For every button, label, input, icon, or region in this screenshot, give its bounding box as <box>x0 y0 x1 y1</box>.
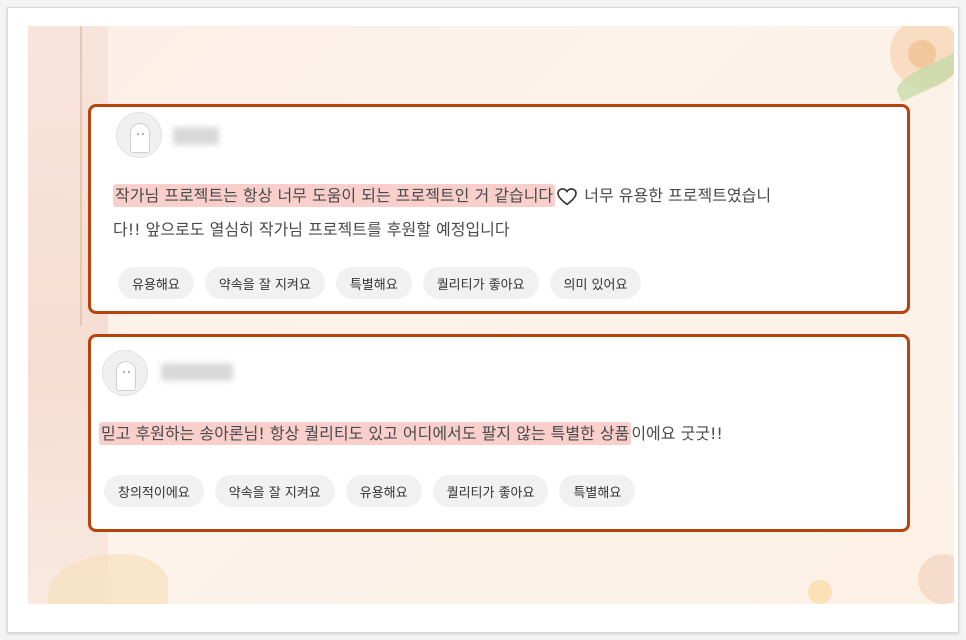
decorative-dot <box>808 580 832 604</box>
username-blurred: ●●●● <box>161 363 233 381</box>
review-text: 믿고 후원하는 송아론님! 항상 퀄리티도 있고 어디에서도 팔지 않는 특별한… <box>99 417 907 451</box>
tag-chip[interactable]: 퀄리티가 좋아요 <box>422 267 539 299</box>
tag-chip[interactable]: 유용해요 <box>118 267 194 299</box>
default-avatar-icon <box>116 361 136 391</box>
tag-chip[interactable]: 약속을 잘 지켜요 <box>214 475 335 507</box>
tag-chip[interactable]: 의미 있어요 <box>549 267 642 299</box>
highlighted-text: 믿고 후원하는 송아론님! 항상 퀄리티도 있고 어디에서도 팔지 않는 특별한… <box>99 422 632 445</box>
decorative-stem <box>80 26 82 326</box>
review-text-line2: 다!! 앞으로도 열심히 작가님 프로젝트를 후원할 예정입니다 <box>113 220 510 239</box>
review-card: ●●● 작가님 프로젝트는 항상 너무 도움이 되는 프로젝트인 거 같습니다 … <box>88 104 910 314</box>
username-blurred: ●●● <box>173 127 219 145</box>
highlighted-text: 작가님 프로젝트는 항상 너무 도움이 되는 프로젝트인 거 같습니다 <box>113 184 556 207</box>
tag-chip[interactable]: 특별해요 <box>335 267 412 299</box>
default-avatar-icon <box>130 123 150 153</box>
review-text-rest: 이에요 굿굿!! <box>631 424 723 443</box>
decorative-flower-bottom-right <box>918 554 954 604</box>
tag-chip[interactable]: 퀄리티가 좋아요 <box>432 475 549 507</box>
review-text-rest: 너무 유용한 프로젝트였습니 <box>579 186 772 205</box>
tag-chip[interactable]: 특별해요 <box>559 475 636 507</box>
review-text: 작가님 프로젝트는 항상 너무 도움이 되는 프로젝트인 거 같습니다 너무 유… <box>113 179 908 247</box>
tag-list: 창의적이에요 약속을 잘 지켜요 유용해요 퀄리티가 좋아요 특별해요 <box>104 475 636 507</box>
screenshot-frame: ●●● 작가님 프로젝트는 항상 너무 도움이 되는 프로젝트인 거 같습니다 … <box>7 7 959 633</box>
avatar[interactable] <box>102 350 148 396</box>
avatar[interactable] <box>116 112 162 158</box>
heart-icon <box>557 187 577 205</box>
tag-chip[interactable]: 유용해요 <box>345 475 422 507</box>
tag-chip[interactable]: 창의적이에요 <box>104 475 204 507</box>
tag-chip[interactable]: 약속을 잘 지켜요 <box>204 267 325 299</box>
tag-list: 유용해요 약속을 잘 지켜요 특별해요 퀄리티가 좋아요 의미 있어요 <box>118 267 642 299</box>
review-card: ●●●● 믿고 후원하는 송아론님! 항상 퀄리티도 있고 어디에서도 팔지 않… <box>88 334 910 532</box>
